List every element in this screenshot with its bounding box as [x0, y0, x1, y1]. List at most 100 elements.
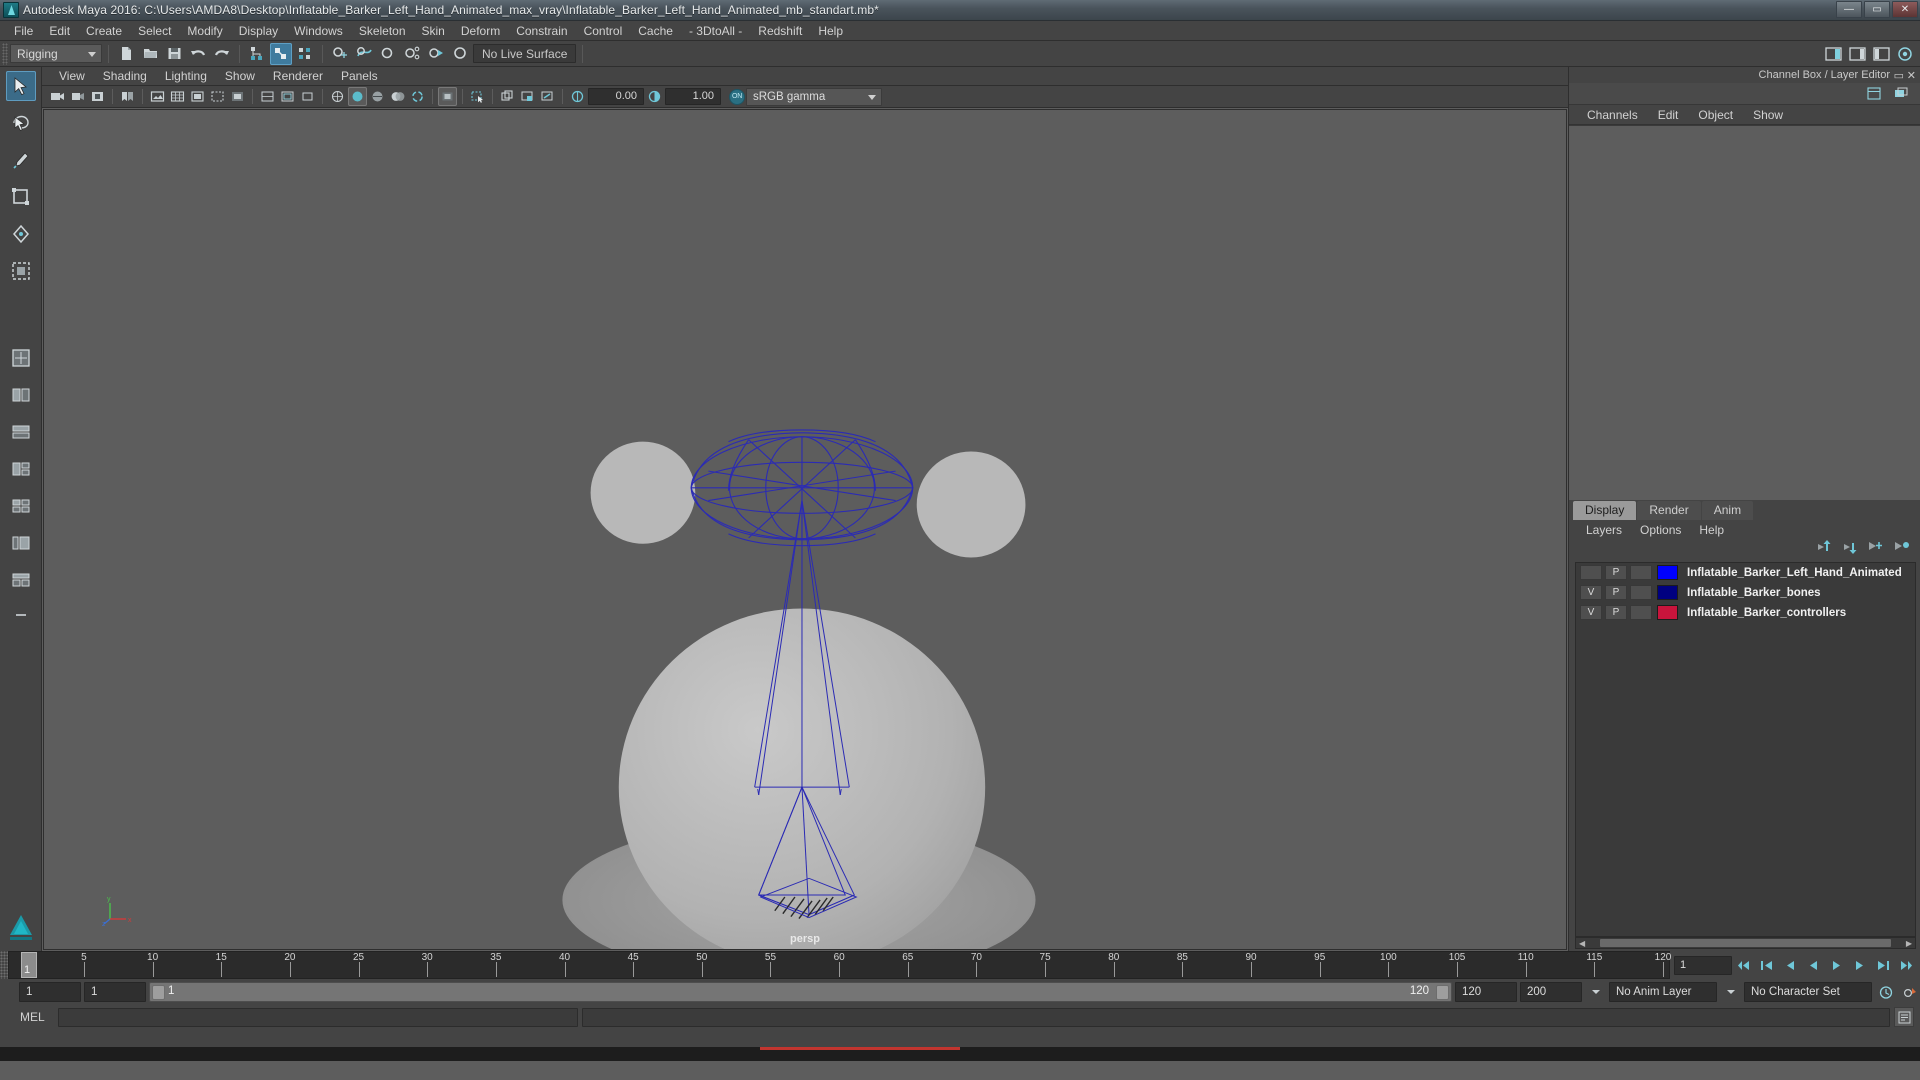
select-by-hierarchy-icon[interactable] — [246, 43, 268, 65]
xray-active-icon[interactable] — [538, 87, 557, 106]
snap-to-projected-center-icon[interactable] — [401, 43, 423, 65]
resolution-gate-icon[interactable] — [208, 87, 227, 106]
gamma-value-field[interactable]: 1.00 — [665, 88, 721, 105]
time-slider[interactable]: 1 5 10 15 20 25 30 35 40 45 50 55 60 65 70 75 80 85 90 95 1… — [8, 951, 1671, 979]
move-tool[interactable] — [6, 182, 36, 212]
range-options-icon[interactable] — [1585, 982, 1606, 1003]
playback-start-field[interactable]: 1 — [84, 982, 146, 1002]
minimize-button[interactable]: — — [1836, 1, 1862, 18]
step-forward-keyframe-icon[interactable] — [1872, 955, 1893, 976]
range-slider[interactable]: 1 120 — [149, 982, 1452, 1002]
range-end-handle[interactable] — [1436, 985, 1449, 1000]
layer-playback-toggle[interactable]: P — [1605, 585, 1627, 600]
scrollbar-thumb[interactable] — [1600, 939, 1891, 947]
snap-to-grid-icon[interactable] — [329, 43, 351, 65]
safe-action-icon[interactable] — [278, 87, 297, 106]
layout-hypergraph[interactable] — [6, 565, 36, 595]
undo-icon[interactable] — [187, 43, 209, 65]
layer-name[interactable]: Inflatable_Barker_controllers — [1687, 607, 1846, 619]
rotate-tool[interactable] — [6, 219, 36, 249]
attribute-editor-icon[interactable] — [1846, 43, 1868, 65]
tab-anim[interactable]: Anim — [1701, 500, 1754, 520]
shaded-wireframe-icon[interactable] — [368, 87, 387, 106]
layout-single-pane[interactable] — [6, 343, 36, 373]
grid-toggle-icon[interactable] — [168, 87, 187, 106]
film-gate-icon[interactable] — [188, 87, 207, 106]
cb-menu-edit[interactable]: Edit — [1648, 105, 1689, 125]
script-editor-icon[interactable] — [1894, 1007, 1914, 1027]
lights-icon[interactable] — [408, 87, 427, 106]
menu-create[interactable]: Create — [78, 21, 130, 41]
table-row[interactable]: P Inflatable_Barker_Left_Hand_Animated — [1576, 563, 1915, 583]
layer-playback-toggle[interactable]: P — [1605, 605, 1627, 620]
new-layer-icon[interactable] — [1868, 540, 1884, 559]
image-plane-icon[interactable] — [148, 87, 167, 106]
play-backwards-icon[interactable] — [1803, 955, 1824, 976]
panel-menu-shading[interactable]: Shading — [94, 67, 156, 86]
gate-mask-icon[interactable] — [228, 87, 247, 106]
menu-3dtoall[interactable]: - 3DtoAll - — [681, 21, 750, 41]
camera-attributes-icon[interactable] — [88, 87, 107, 106]
sidebar-toggle-icon[interactable] — [1822, 43, 1844, 65]
step-forward-frame-icon[interactable] — [1849, 955, 1870, 976]
snap-to-point-icon[interactable] — [377, 43, 399, 65]
panel-menu-panels[interactable]: Panels — [332, 67, 387, 86]
command-input[interactable] — [58, 1007, 578, 1027]
snap-to-view-plane-icon[interactable] — [425, 43, 447, 65]
menu-skin[interactable]: Skin — [414, 21, 453, 41]
channel-box-icon[interactable] — [1894, 43, 1916, 65]
layer-name[interactable]: Inflatable_Barker_bones — [1687, 587, 1821, 599]
panel-close-icon[interactable]: ✕ — [1907, 69, 1916, 82]
go-to-start-icon[interactable] — [1734, 955, 1755, 976]
layer-menu-layers[interactable]: Layers — [1577, 523, 1631, 537]
step-back-keyframe-icon[interactable] — [1757, 955, 1778, 976]
lasso-select-tool[interactable] — [6, 108, 36, 138]
time-cursor[interactable]: 1 — [21, 952, 37, 978]
xray-icon[interactable] — [498, 87, 517, 106]
layer-list[interactable]: P Inflatable_Barker_Left_Hand_Animated V… — [1575, 561, 1916, 937]
menu-cache[interactable]: Cache — [630, 21, 681, 41]
layer-reference-toggle[interactable] — [1630, 565, 1652, 580]
cb-menu-object[interactable]: Object — [1688, 105, 1743, 125]
menu-constrain[interactable]: Constrain — [508, 21, 575, 41]
layer-playback-toggle[interactable]: P — [1605, 565, 1627, 580]
isolate-select-icon[interactable] — [468, 87, 487, 106]
move-layer-down-icon[interactable] — [1842, 540, 1858, 559]
panel-menu-lighting[interactable]: Lighting — [156, 67, 216, 86]
scale-tool[interactable] — [6, 256, 36, 286]
close-button[interactable]: ✕ — [1892, 1, 1918, 18]
tab-render[interactable]: Render — [1637, 500, 1701, 520]
channel-box-content[interactable] — [1569, 125, 1920, 500]
menu-windows[interactable]: Windows — [286, 21, 351, 41]
scroll-left-icon[interactable]: ◀ — [1576, 939, 1588, 948]
layer-color-swatch[interactable] — [1657, 565, 1678, 580]
cb-menu-channels[interactable]: Channels — [1577, 105, 1648, 125]
layout-four-pane[interactable] — [6, 491, 36, 521]
menu-select[interactable]: Select — [130, 21, 179, 41]
layer-visibility-toggle[interactable]: V — [1580, 605, 1602, 620]
layout-persp-outliner[interactable] — [6, 528, 36, 558]
command-language-label[interactable]: MEL — [20, 1010, 54, 1024]
new-layer-from-selected-icon[interactable] — [1894, 540, 1910, 559]
anim-layer-selector[interactable]: No Anim Layer — [1609, 982, 1717, 1002]
channel-box-display-icon[interactable] — [1863, 83, 1885, 105]
menu-skeleton[interactable]: Skeleton — [351, 21, 414, 41]
safe-title-icon[interactable] — [298, 87, 317, 106]
field-chart-icon[interactable] — [258, 87, 277, 106]
layer-color-swatch[interactable] — [1657, 605, 1678, 620]
toolbar-gripper[interactable] — [2, 42, 8, 65]
animation-end-field[interactable]: 200 — [1520, 982, 1582, 1002]
play-forwards-icon[interactable] — [1826, 955, 1847, 976]
animation-start-field[interactable]: 1 — [19, 982, 81, 1002]
layer-list-horizontal-scrollbar[interactable]: ◀ ▶ — [1575, 937, 1916, 949]
perspective-viewport[interactable]: y x z persp — [43, 109, 1567, 950]
select-tool[interactable] — [5, 71, 36, 101]
menu-modify[interactable]: Modify — [179, 21, 230, 41]
anim-layer-dropdown-icon[interactable] — [1720, 982, 1741, 1003]
layer-visibility-toggle[interactable]: V — [1580, 585, 1602, 600]
move-layer-up-icon[interactable] — [1816, 540, 1832, 559]
open-scene-icon[interactable] — [139, 43, 161, 65]
bookmark-icon[interactable] — [118, 87, 137, 106]
menu-display[interactable]: Display — [231, 21, 286, 41]
layer-reference-toggle[interactable] — [1630, 605, 1652, 620]
